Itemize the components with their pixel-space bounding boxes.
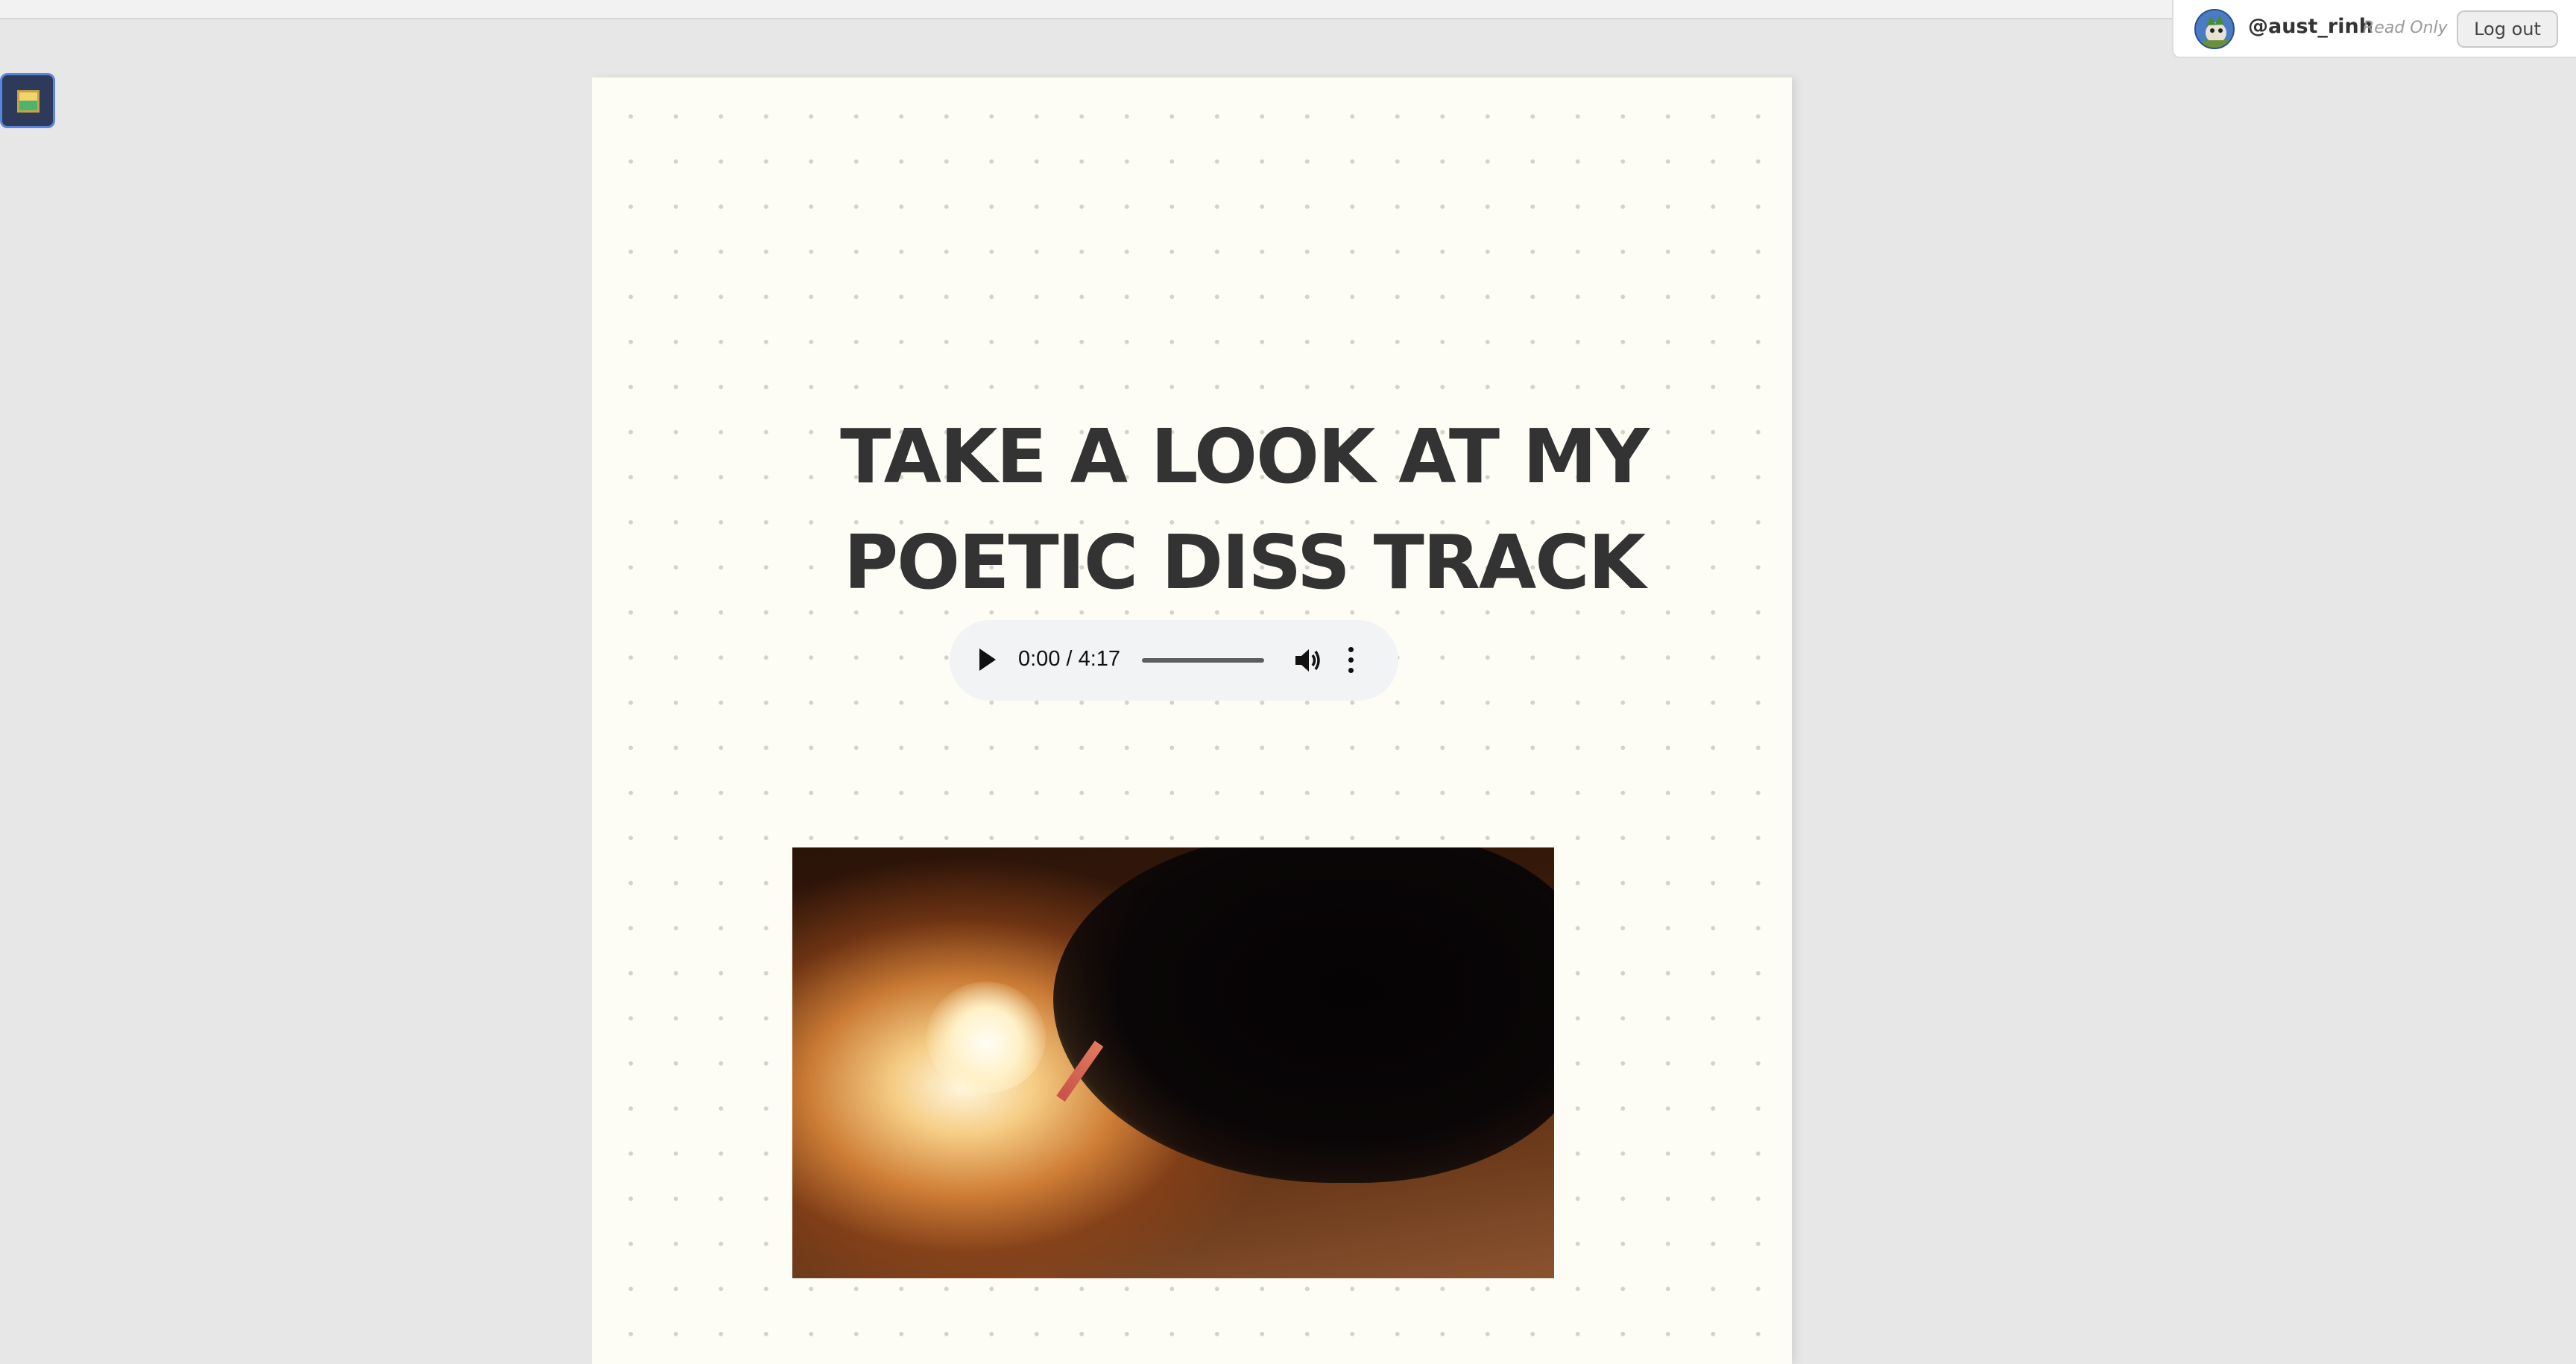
gallery-button[interactable] — [0, 73, 55, 128]
page-title: TAKE A LOOK AT MY POETIC DISS TRACK — [592, 404, 1792, 616]
username[interactable]: @aust_rinh — [2248, 15, 2373, 38]
fire-image — [792, 847, 1554, 1278]
avatar-image-icon — [2196, 10, 2233, 48]
more-options-icon[interactable] — [1346, 645, 1355, 675]
title-line-1: TAKE A LOOK AT MY — [840, 413, 1650, 500]
play-icon[interactable] — [979, 648, 996, 671]
avatar — [2194, 9, 2235, 49]
picture-frame-icon — [17, 90, 40, 113]
user-panel: @aust_rinh Read Only Log out — [2172, 0, 2576, 58]
audio-player: 0:00 / 4:17 — [950, 620, 1398, 701]
volume-icon[interactable] — [1294, 647, 1324, 674]
audio-time: 0:00 / 4:17 — [1018, 647, 1121, 671]
page-card: TAKE A LOOK AT MY POETIC DISS TRACK 0:00… — [592, 78, 1792, 1364]
title-line-2: POETIC DISS TRACK — [843, 519, 1646, 606]
log-out-button[interactable]: Log out — [2457, 10, 2558, 48]
audio-progress-slider[interactable] — [1142, 658, 1264, 663]
read-only-badge: Read Only — [2363, 19, 2448, 37]
